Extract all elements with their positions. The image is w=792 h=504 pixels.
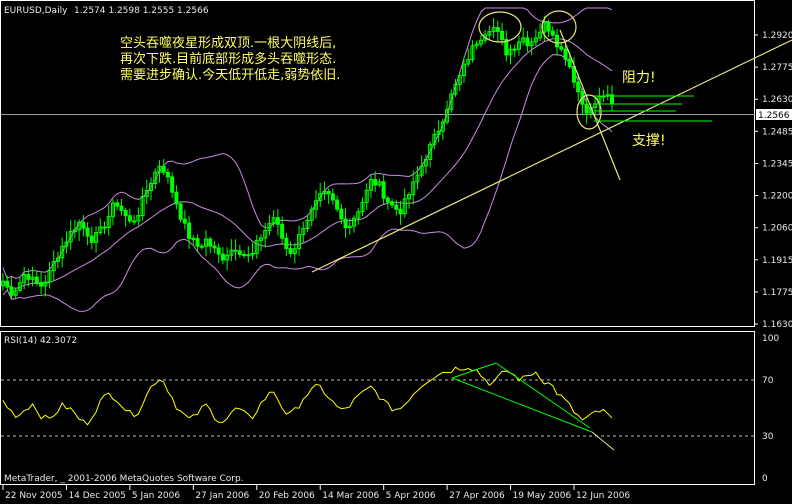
candle-body: [170, 176, 175, 193]
candle-body: [178, 203, 183, 220]
candle-body: [275, 217, 280, 225]
annotation-line-2: 再次下跌.目前底部形成多头吞噬形态.: [120, 51, 336, 67]
candle-body: [237, 250, 242, 255]
candle-body: [563, 48, 568, 60]
candle-body: [385, 197, 390, 203]
chart-title: EURUSD,Daily: [4, 6, 68, 16]
candle-body: [5, 280, 10, 288]
candle-body: [525, 37, 530, 47]
candle-body: [9, 286, 14, 296]
price-tick-label: 1.2485: [762, 127, 792, 137]
candle-body: [123, 209, 128, 217]
candle-body: [127, 215, 132, 222]
time-tick-label: 22 Nov 2005: [5, 491, 63, 501]
candle-body: [500, 30, 505, 40]
candle-body: [39, 282, 44, 287]
candle-body: [220, 253, 225, 261]
time-tick-label: 20 Feb 2006: [259, 491, 315, 501]
candle-body: [208, 238, 213, 247]
candle-body: [165, 171, 170, 178]
candle-body: [280, 223, 285, 239]
candle-body: [555, 34, 560, 48]
candle-body: [119, 205, 124, 211]
candle-body: [495, 27, 500, 32]
candle[interactable]: [178, 201, 183, 223]
candle-body: [242, 253, 247, 256]
candle-body: [288, 248, 293, 255]
rsi-tick-label: 30: [762, 432, 774, 442]
candle-body: [381, 181, 386, 199]
ohlc-values: 1.2574 1.2598 1.2555 1.2566: [74, 6, 209, 16]
current-price-label: 1.2566: [758, 111, 790, 121]
candle-body: [546, 21, 551, 32]
candle-body: [102, 226, 107, 229]
copyright-text: MetaTrader, _ 2001-2006 MetaQuotes Softw…: [4, 474, 244, 484]
time-tick-label: 19 May 2006: [513, 491, 572, 501]
candle-body: [34, 276, 39, 284]
time-tick-label: 12 Jun 2006: [576, 491, 630, 501]
candle-body: [335, 199, 340, 210]
candle-body: [81, 221, 86, 229]
annotation-line-1: 空头吞噬夜星形成双顶.一根大阴线后,: [120, 36, 336, 51]
price-tick-label: 1.2200: [762, 192, 792, 202]
candle-body: [373, 179, 378, 186]
time-tick-label: 27 Apr 2006: [449, 491, 505, 501]
candle-body: [339, 208, 344, 220]
rsi-tick-label: 70: [762, 376, 774, 386]
candle-body: [216, 247, 221, 255]
time-tick-label: 14 Mar 2006: [322, 491, 379, 501]
rsi-title: RSI(14) 42.3072: [4, 336, 77, 346]
candle-body: [191, 237, 196, 240]
candle-body: [576, 81, 581, 93]
candle-body: [89, 235, 94, 243]
annotation-line-3: 需要进步确认.今天低开低走,弱势依旧.: [120, 67, 340, 83]
price-tick-label: 1.2920: [762, 31, 792, 41]
candle-body: [132, 220, 137, 223]
eurusd-chart: 100 70 30 0 1.2920 1.2775 1.2630 1.2485 1.2345 1…: [0, 0, 792, 504]
price-tick-label: 1.2060: [762, 224, 792, 234]
candle-body: [326, 191, 331, 195]
candle-body: [398, 208, 403, 215]
candle-body: [559, 46, 564, 50]
candle-body: [343, 218, 348, 229]
candle-body: [195, 238, 200, 247]
candle-body: [199, 245, 204, 248]
candle-body: [394, 204, 399, 210]
candle-body: [330, 193, 335, 201]
candle-body: [550, 30, 555, 36]
candle-body: [85, 227, 90, 237]
price-tick-label: 1.1915: [762, 256, 792, 266]
candle-body: [233, 249, 238, 252]
time-tick-label: 5 Apr 2006: [386, 491, 436, 501]
price-tick-label: 1.2630: [762, 95, 792, 105]
candle-body: [584, 103, 589, 114]
candle-body: [246, 254, 251, 257]
candle-body: [182, 218, 187, 224]
chart-background: [0, 0, 792, 504]
candle-body: [390, 201, 395, 206]
price-tick-label: 1.2345: [762, 159, 792, 169]
candle-body: [174, 191, 179, 205]
candle-body: [26, 274, 31, 280]
time-tick-label: 5 Jan 2006: [132, 491, 180, 501]
support-label: 支撑!: [632, 133, 666, 149]
price-tick-label: 1.1775: [762, 288, 792, 298]
candle-body: [284, 237, 289, 250]
time-tick-label: 14 Dec 2005: [68, 491, 126, 501]
time-tick-label: 27 Jan 2006: [195, 491, 249, 501]
rsi-tick-label: 100: [762, 334, 779, 344]
price-tick-label: 1.2775: [762, 63, 792, 73]
rsi-tick-label: 0: [762, 474, 768, 484]
candle-body: [567, 58, 572, 68]
candle-body: [512, 48, 517, 51]
price-tick-label: 1.1630: [762, 320, 792, 330]
current-price-tag: 1.2566: [756, 109, 792, 121]
candle-body: [115, 202, 120, 207]
candle-body: [187, 222, 192, 239]
candle-body: [212, 245, 217, 249]
candle-body: [161, 165, 166, 173]
resistance-label: 阻力!: [622, 70, 656, 86]
